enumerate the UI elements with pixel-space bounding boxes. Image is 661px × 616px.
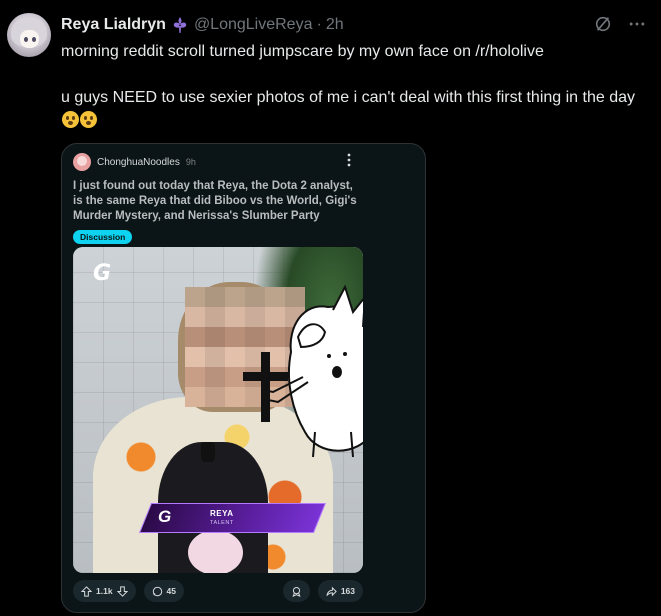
share-icon (326, 586, 337, 596)
reddit-action-bar: 1.1k 45 163 (73, 580, 363, 602)
flushed-face-emoji-icon (80, 111, 97, 128)
user-avatar[interactable] (7, 13, 51, 57)
reddit-screenshot-card[interactable]: ChonghuaNoodles 9h I just found out toda… (61, 143, 426, 613)
lapel-mic (201, 442, 215, 462)
team-logo: G (93, 261, 112, 286)
flushed-face-emoji-icon (62, 111, 79, 128)
tweet-text: morning reddit scroll turned jumpscare b… (61, 40, 641, 132)
cross-doodle-character (243, 284, 363, 458)
post-time[interactable]: 2h (326, 16, 344, 34)
reddit-avatar (73, 153, 91, 171)
tweet: Reya Lialdryn @LongLiveReya · 2h morning… (0, 0, 661, 616)
plush-toy (188, 530, 243, 573)
tweet-top-actions (593, 14, 647, 34)
upvote-count: 1.1k (96, 586, 113, 596)
comment-count: 45 (166, 586, 177, 596)
reddit-post-header: ChonghuaNoodles 9h (73, 153, 196, 171)
lower-third-role: TALENT (210, 520, 234, 526)
award-pill[interactable] (282, 580, 310, 602)
comments-pill[interactable]: 45 (143, 580, 185, 602)
user-handle[interactable]: @LongLiveReya (194, 16, 313, 34)
award-icon (292, 586, 301, 597)
reddit-post-image: G G REYA TALENT (73, 247, 363, 573)
share-count: 163 (340, 586, 355, 596)
display-name[interactable]: Reya Lialdryn (61, 16, 166, 34)
lower-third-logo: G (158, 507, 172, 526)
reddit-post-title: I just found out today that Reya, the Do… (73, 180, 357, 222)
tweet-line-2-text: u guys NEED to use sexier photos of me i… (61, 89, 636, 106)
tweet-line-1: morning reddit scroll turned jumpscare b… (61, 43, 544, 60)
tweet-line-2: u guys NEED to use sexier photos of me i… (61, 86, 641, 132)
reddit-time: 9h (185, 157, 196, 167)
kebab-menu-icon (347, 153, 351, 167)
lower-third-name: REYA (210, 509, 234, 518)
share-pill[interactable]: 163 (317, 580, 363, 602)
reddit-flair: Discussion (73, 230, 133, 244)
vote-pill[interactable]: 1.1k (73, 580, 136, 602)
more-icon[interactable] (627, 14, 647, 34)
tweet-header: Reya Lialdryn @LongLiveReya · 2h (61, 14, 344, 36)
grok-icon[interactable] (593, 14, 613, 34)
separator-dot: · (316, 16, 322, 33)
upvote-icon[interactable] (81, 585, 92, 597)
downvote-icon[interactable] (116, 585, 128, 597)
comment-icon (152, 586, 162, 596)
reddit-username: ChonghuaNoodles (97, 156, 180, 168)
fleur-de-lis-icon (173, 17, 187, 33)
